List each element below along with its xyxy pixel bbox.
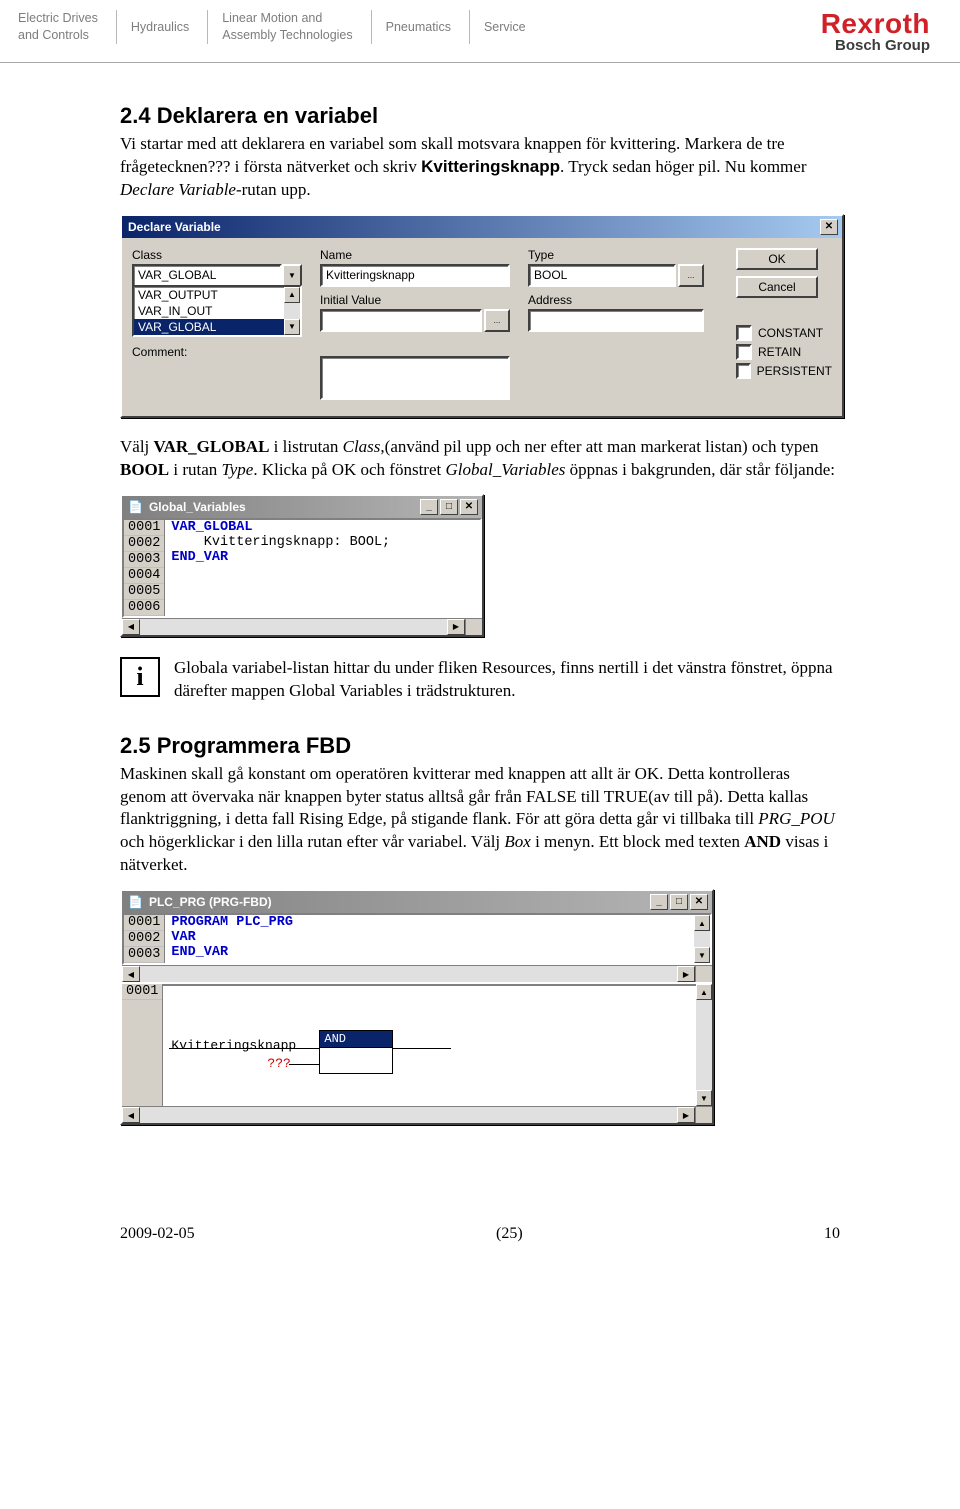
plc-prg-window: 📄 PLC_PRG (PRG-FBD) _ □ ✕ 0001 0002 0003…: [120, 889, 714, 1125]
gv-title: Global_Variables: [149, 500, 246, 514]
footer-pages: (25): [496, 1225, 523, 1243]
scroll-right-icon[interactable]: ▶: [447, 619, 465, 635]
scroll-left-icon[interactable]: ◀: [122, 619, 140, 635]
type-browse-button[interactable]: ...: [678, 264, 704, 287]
fbd-and-block[interactable]: AND: [319, 1030, 393, 1074]
retain-checkbox[interactable]: RETAIN: [736, 344, 832, 360]
plc-decl-v-scroll[interactable]: ▲ ▼: [694, 915, 710, 963]
gv-h-scrollbar[interactable]: ◀ ▶: [122, 618, 482, 635]
heading-2-4: 2.4 Deklarera en variabel: [120, 103, 840, 129]
nav-service: Service: [484, 10, 544, 44]
paragraph-intro-2-4: Vi startar med att deklarera en variabel…: [120, 133, 840, 202]
scroll-left-icon[interactable]: ◀: [122, 1107, 140, 1123]
nav-hydraulics: Hydraulics: [131, 10, 208, 44]
info-icon: i: [120, 657, 160, 697]
dialog-title: Declare Variable: [128, 220, 221, 234]
heading-2-5: 2.5 Programmera FBD: [120, 733, 840, 759]
info-note: i Globala variabel-listan hittar du unde…: [120, 657, 840, 703]
constant-checkbox[interactable]: CONSTANT: [736, 325, 832, 341]
scroll-right-icon[interactable]: ▶: [677, 966, 695, 982]
gv-editor-body: 0001 0002 0003 0004 0005 0006 VAR_GLOBAL…: [122, 518, 482, 618]
plc-titlebar[interactable]: 📄 PLC_PRG (PRG-FBD) _ □ ✕: [122, 891, 712, 913]
label-initial: Initial Value: [320, 293, 510, 307]
plc-decl-h-scroll[interactable]: ◀ ▶: [122, 965, 712, 982]
class-combo[interactable]: VAR_GLOBAL ▼: [132, 264, 302, 287]
class-listbox[interactable]: VAR_OUTPUT VAR_IN_OUT VAR_GLOBAL ▲ ▼: [132, 285, 302, 337]
ok-button[interactable]: OK: [736, 248, 818, 270]
label-class: Class: [132, 248, 302, 262]
gv-gutter: 0001 0002 0003 0004 0005 0006: [124, 520, 165, 616]
maximize-icon[interactable]: □: [440, 499, 458, 515]
plc-gutter: 0001 0002 0003: [124, 915, 165, 963]
scroll-up-icon[interactable]: ▲: [284, 287, 300, 303]
logo-sub-text: Bosch Group: [821, 37, 930, 54]
label-comment: Comment:: [132, 345, 302, 359]
class-option-var-in-out[interactable]: VAR_IN_OUT: [134, 303, 284, 319]
resize-grip-icon[interactable]: [695, 1107, 712, 1123]
footer-date: 2009-02-05: [120, 1225, 195, 1243]
plc-title: PLC_PRG (PRG-FBD): [149, 895, 272, 909]
chevron-down-icon[interactable]: ▼: [282, 264, 302, 287]
scroll-right-icon[interactable]: ▶: [677, 1107, 695, 1123]
initial-value-input[interactable]: [320, 309, 482, 332]
global-variables-window: 📄 Global_Variables _ □ ✕ 0001 0002 0003 …: [120, 494, 484, 637]
paragraph-2-5: Maskinen skall gå konstant om operatören…: [120, 763, 840, 878]
address-input[interactable]: [528, 309, 704, 332]
name-input[interactable]: Kvitteringsknapp: [320, 264, 510, 287]
minimize-icon[interactable]: _: [420, 499, 438, 515]
dialog-right-panel: OK Cancel CONSTANT RETAIN PERSISTENT: [736, 248, 832, 404]
info-text: Globala variabel-listan hittar du under …: [174, 657, 840, 703]
scroll-up-icon[interactable]: ▲: [696, 984, 712, 1000]
split-grip-icon[interactable]: [695, 966, 712, 982]
brand-logo: Rexroth Bosch Group: [821, 10, 930, 54]
close-icon[interactable]: ✕: [820, 219, 838, 235]
scroll-down-icon[interactable]: ▼: [696, 1090, 712, 1106]
fbd-canvas[interactable]: Kvitteringsknapp ??? AND: [163, 984, 696, 1106]
plc-code[interactable]: PROGRAM PLC_PRG VAR END_VAR: [165, 915, 694, 963]
label-type: Type: [528, 248, 704, 262]
fbd-qmarks[interactable]: ???: [267, 1056, 290, 1071]
plc-decl-body: 0001 0002 0003 PROGRAM PLC_PRG VAR END_V…: [122, 913, 712, 965]
header-divider: [0, 62, 960, 63]
persistent-checkbox[interactable]: PERSISTENT: [736, 363, 832, 379]
label-name: Name: [320, 248, 510, 262]
type-input[interactable]: BOOL: [528, 264, 676, 287]
declare-variable-dialog: Declare Variable ✕ Class VAR_GLOBAL ▼ VA: [120, 214, 844, 418]
gv-code[interactable]: VAR_GLOBAL Kvitteringsknapp: BOOL; END_V…: [165, 520, 480, 616]
maximize-icon[interactable]: □: [670, 894, 688, 910]
gv-titlebar[interactable]: 📄 Global_Variables _ □ ✕: [122, 496, 482, 518]
footer-page-num: 10: [824, 1225, 840, 1243]
logo-main-text: Rexroth: [821, 10, 930, 38]
dialog-titlebar[interactable]: Declare Variable ✕: [122, 216, 842, 238]
class-input[interactable]: VAR_GLOBAL: [132, 264, 282, 287]
nav-electric-drives: Electric Drives and Controls: [18, 10, 117, 44]
nav-pneumatics: Pneumatics: [386, 10, 470, 44]
close-icon[interactable]: ✕: [690, 894, 708, 910]
page-content: 2.4 Deklarera en variabel Vi startar med…: [0, 103, 960, 1185]
fbd-var-label[interactable]: Kvitteringsknapp: [171, 1038, 296, 1053]
class-list-scrollbar[interactable]: ▲ ▼: [284, 287, 300, 335]
scroll-up-icon[interactable]: ▲: [694, 915, 710, 931]
page-header: Electric Drives and Controls Hydraulics …: [0, 0, 960, 62]
minimize-icon[interactable]: _: [650, 894, 668, 910]
class-option-var-global[interactable]: VAR_GLOBAL: [134, 319, 284, 335]
fbd-block-caption: AND: [320, 1031, 392, 1048]
scroll-down-icon[interactable]: ▼: [694, 947, 710, 963]
class-option-var-output[interactable]: VAR_OUTPUT: [134, 287, 284, 303]
comment-input[interactable]: [320, 356, 510, 400]
cancel-button[interactable]: Cancel: [736, 276, 818, 298]
page-footer: 2009-02-05 (25) 10: [0, 1185, 960, 1267]
resize-grip-icon[interactable]: [465, 619, 482, 635]
scroll-left-icon[interactable]: ◀: [122, 966, 140, 982]
initial-browse-button[interactable]: ...: [484, 309, 510, 332]
label-address: Address: [528, 293, 704, 307]
nav-linear-motion: Linear Motion and Assembly Technologies: [222, 10, 371, 44]
close-icon[interactable]: ✕: [460, 499, 478, 515]
paragraph-after-dialog: Välj VAR_GLOBAL i listrutan Class,(använ…: [120, 436, 840, 482]
scroll-down-icon[interactable]: ▼: [284, 319, 300, 335]
network-gutter: 0001: [122, 984, 163, 1106]
header-nav: Electric Drives and Controls Hydraulics …: [18, 10, 821, 44]
fbd-h-scroll[interactable]: ◀ ▶: [122, 1106, 712, 1123]
fbd-v-scroll[interactable]: ▲ ▼: [696, 984, 712, 1106]
